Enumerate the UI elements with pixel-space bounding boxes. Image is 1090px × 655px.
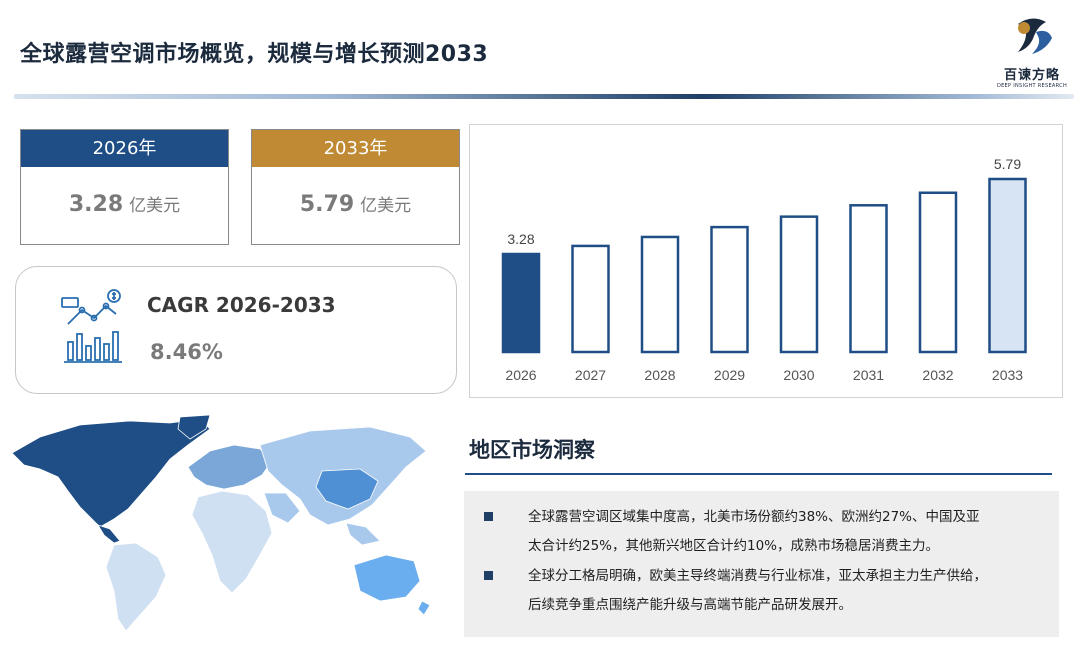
bar-2026 <box>501 252 541 354</box>
bar-2027 <box>571 244 610 354</box>
region-section-title: 地区市场洞察 <box>469 438 595 462</box>
central-america-region <box>97 524 121 544</box>
insight-point-1-line-1: 全球露营空调区域集中度高，北美市场份额约38%、欧洲约27%、中国及亚 <box>528 509 980 525</box>
world-map <box>11 415 431 632</box>
kpi-2033-value-row: 5.79 亿美元 <box>252 191 459 217</box>
cagr-value: 8.46% <box>150 340 223 364</box>
market-size-bar-chart: 2026 3.28 2027 2028 2029 2030 2031 2032 2033 5.79 <box>501 156 1027 383</box>
bar-2030 <box>779 215 819 354</box>
bar-2033 <box>988 177 1027 354</box>
x-tick-label: 2033 <box>992 367 1023 383</box>
data-label-2033: 5.79 <box>994 156 1021 172</box>
kpi-2033-card: 2033年 5.79 亿美元 <box>251 129 460 245</box>
kpi-2026-year: 2026年 <box>21 130 228 167</box>
africa-region <box>191 490 273 594</box>
bar-2032 <box>918 191 958 354</box>
x-tick-label: 2028 <box>644 367 675 383</box>
insight-point-2-line-2: 后续竞争重点围绕产能升级与高端节能产品研发展开。 <box>528 597 852 613</box>
brand-logo: 百谏方略 DEEP INSIGHT RESEARCH <box>990 14 1074 90</box>
logo-subtitle: DEEP INSIGHT RESEARCH <box>996 83 1068 89</box>
middle-east-region <box>263 492 301 524</box>
north-america-region <box>11 418 211 528</box>
bar-2028 <box>640 235 680 354</box>
cagr-label: CAGR 2026-2033 <box>147 293 336 317</box>
insight-point-1: 全球露营空调区域集中度高，北美市场份额约38%、欧洲约27%、中国及亚 太合计约… <box>528 503 1043 561</box>
insight-point-2: 全球分工格局明确，欧美主导终端消费与行业标准，亚太承担主力生产供给， 后续竞争重… <box>528 562 1043 620</box>
kpi-2026-value: 3.28 <box>68 192 124 217</box>
kpi-2033-year: 2033年 <box>252 130 459 167</box>
bullet-marker <box>484 571 493 580</box>
kpi-2026-unit: 亿美元 <box>129 196 181 216</box>
europe-region <box>187 444 273 490</box>
bullet-marker <box>484 512 493 521</box>
logo-mark-icon <box>1018 18 1052 54</box>
x-tick-label: 2029 <box>714 367 745 383</box>
oceania-region <box>353 554 421 602</box>
bar-2029 <box>710 225 749 354</box>
insight-point-2-line-1: 全球分工格局明确，欧美主导终端消费与行业标准，亚太承担主力生产供给， <box>528 568 987 584</box>
kpi-2033-value: 5.79 <box>299 192 355 217</box>
region-title-underline <box>465 473 1052 475</box>
page-title: 全球露营空调市场概览，规模与增长预测2033 <box>20 42 489 67</box>
x-tick-label: 2030 <box>783 367 814 383</box>
southeast-asia-region <box>345 522 381 546</box>
new-zealand-region <box>417 600 431 616</box>
kpi-2026-card: 2026年 3.28 亿美元 <box>20 129 229 245</box>
header-divider <box>14 94 1074 99</box>
bar-2031 <box>849 204 888 354</box>
growth-chart-icon <box>61 289 122 363</box>
kpi-2026-value-row: 3.28 亿美元 <box>21 191 228 217</box>
south-america-region <box>105 542 167 632</box>
insight-point-1-line-2: 太合计约25%，其他新兴地区合计约10%，成熟市场稳居消费主力。 <box>528 538 940 554</box>
x-tick-label: 2026 <box>505 367 536 383</box>
x-tick-label: 2027 <box>575 367 606 383</box>
logo-name: 百谏方略 <box>1003 68 1060 83</box>
kpi-2033-unit: 亿美元 <box>360 196 412 216</box>
data-label-2026: 3.28 <box>507 231 534 247</box>
x-tick-label: 2031 <box>853 367 884 383</box>
x-tick-label: 2032 <box>922 367 953 383</box>
